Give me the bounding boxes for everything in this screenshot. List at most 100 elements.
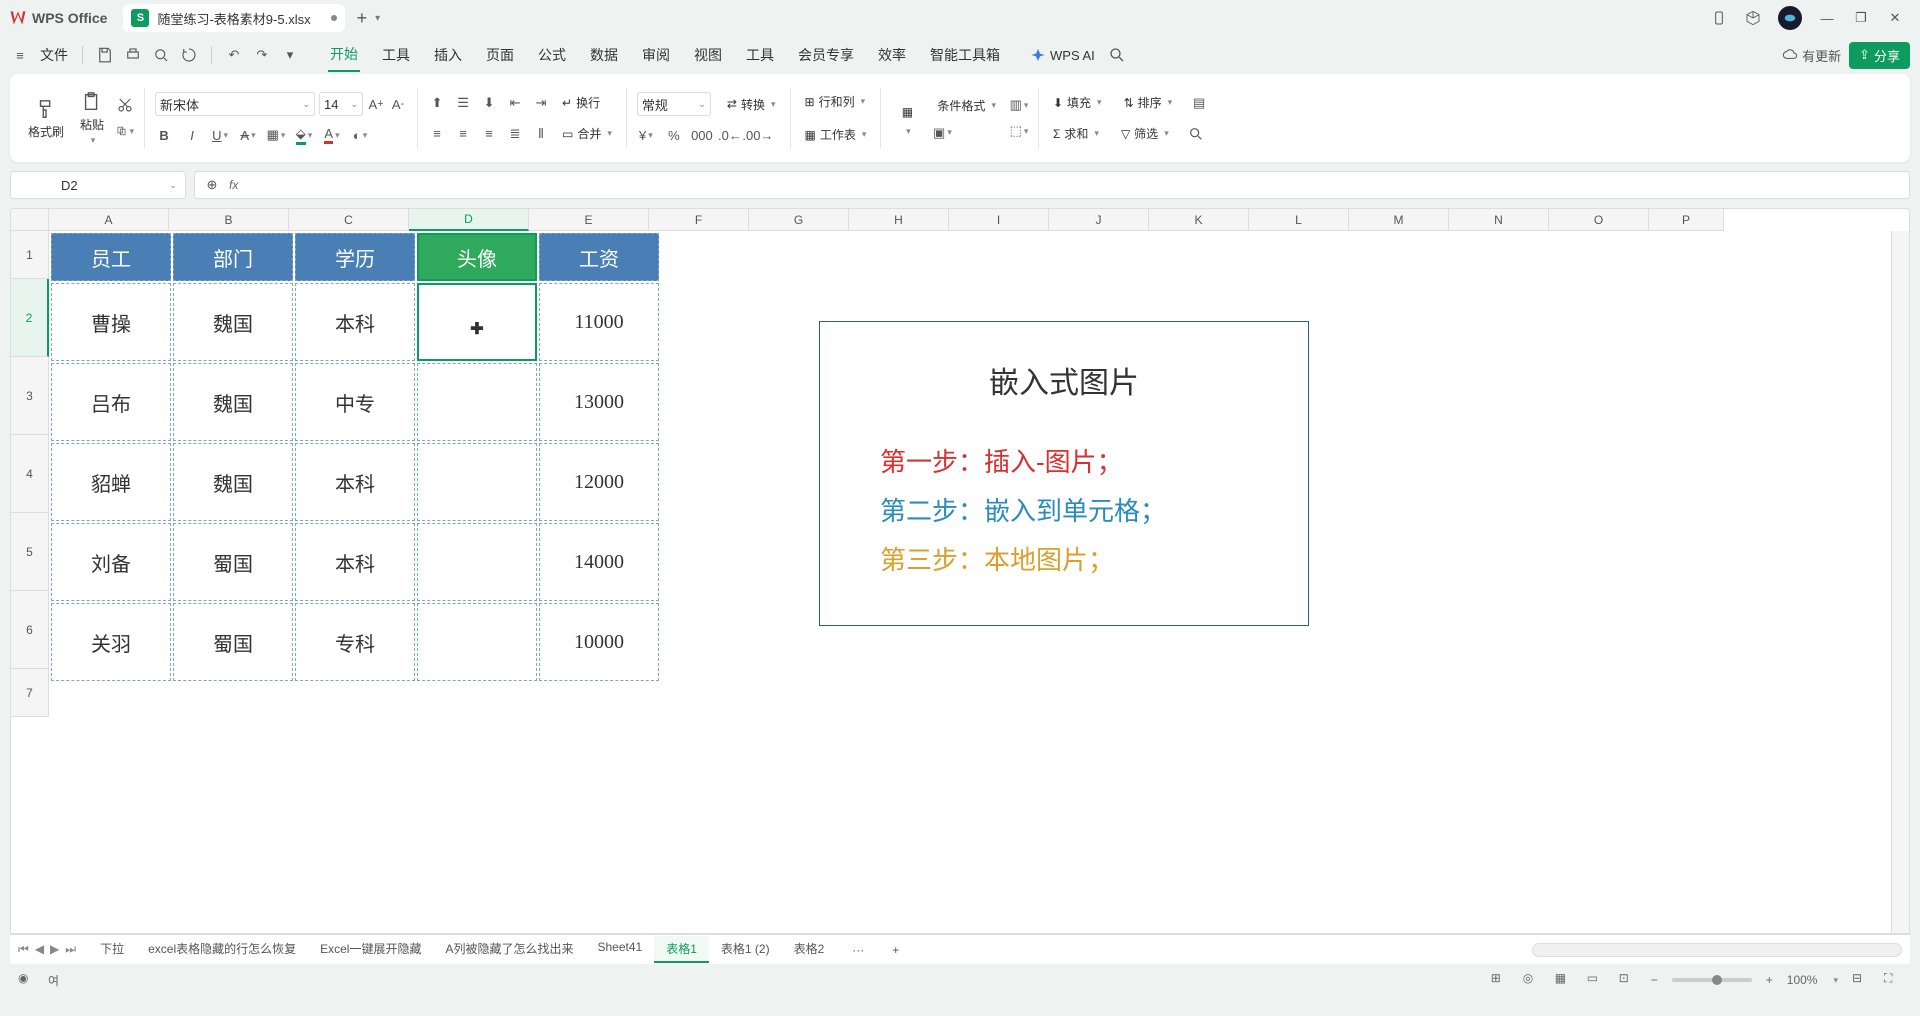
table-header[interactable]: 员工 bbox=[51, 233, 171, 281]
table-cell[interactable]: 专科 bbox=[295, 603, 415, 681]
tab-dropdown-icon[interactable]: ▾ bbox=[375, 13, 380, 24]
close-button[interactable]: ✕ bbox=[1886, 9, 1904, 27]
record-macro-icon[interactable]: ◉ bbox=[18, 971, 36, 989]
sum-button[interactable]: Σ 求和▾ bbox=[1049, 123, 1103, 144]
table-cell[interactable]: 魏国 bbox=[173, 363, 293, 441]
column-header-P[interactable]: P bbox=[1649, 209, 1724, 231]
history-icon[interactable] bbox=[179, 45, 199, 65]
table-cell[interactable]: 13000 bbox=[539, 363, 659, 441]
menu-item-公式[interactable]: 公式 bbox=[536, 39, 568, 71]
italic-icon[interactable]: I bbox=[183, 126, 201, 144]
menu-item-工具[interactable]: 工具 bbox=[744, 39, 776, 71]
table-cell[interactable]: 12000 bbox=[539, 443, 659, 521]
table-cell[interactable] bbox=[417, 523, 537, 601]
table-cell[interactable]: 本科 bbox=[295, 443, 415, 521]
column-header-O[interactable]: O bbox=[1549, 209, 1649, 231]
search-icon[interactable] bbox=[1107, 45, 1127, 65]
align-left-icon[interactable]: ≡ bbox=[428, 125, 446, 143]
view-layout-icon[interactable]: ▭ bbox=[1587, 971, 1605, 989]
print-icon[interactable] bbox=[123, 45, 143, 65]
fullscreen-icon[interactable]: ⛶ bbox=[1884, 971, 1902, 989]
column-header-L[interactable]: L bbox=[1249, 209, 1349, 231]
tab-first-icon[interactable]: ⏮ bbox=[18, 942, 29, 957]
tabs-more[interactable]: ··· bbox=[840, 939, 876, 961]
font-name-select[interactable]: 新宋体⌄ bbox=[155, 92, 315, 116]
paste-button[interactable]: 粘贴▾ bbox=[76, 86, 108, 150]
copy-icon[interactable]: ▾ bbox=[116, 122, 134, 140]
increase-decimal-icon[interactable]: .00→ bbox=[749, 126, 767, 144]
share-button[interactable]: ⇪ 分享 bbox=[1849, 42, 1910, 69]
zoom-level[interactable]: 100% bbox=[1787, 973, 1818, 987]
zoom-formula-icon[interactable]: ⊕ bbox=[203, 176, 221, 194]
column-header-A[interactable]: A bbox=[49, 209, 169, 231]
select-all-corner[interactable] bbox=[11, 209, 49, 231]
user-avatar[interactable] bbox=[1778, 6, 1802, 30]
table-cell[interactable]: ✚ bbox=[417, 283, 537, 361]
merge-button[interactable]: ▭ 合并▾ bbox=[558, 123, 616, 144]
row-header-7[interactable]: 7 bbox=[11, 669, 49, 717]
zoom-slider[interactable] bbox=[1672, 978, 1752, 982]
strikethrough-icon[interactable]: A▾ bbox=[239, 126, 257, 144]
table-cell[interactable]: 魏国 bbox=[173, 283, 293, 361]
align-bottom-icon[interactable]: ⬇ bbox=[480, 94, 498, 112]
table-cell[interactable]: 蜀国 bbox=[173, 523, 293, 601]
number-format-select[interactable]: 常规⌄ bbox=[637, 92, 711, 116]
highlight-icon[interactable]: ◐▾ bbox=[351, 126, 369, 144]
menu-item-会员专享[interactable]: 会员专享 bbox=[796, 39, 856, 71]
decrease-decimal-icon[interactable]: .0← bbox=[721, 126, 739, 144]
column-header-N[interactable]: N bbox=[1449, 209, 1549, 231]
align-center-icon[interactable]: ≡ bbox=[454, 125, 472, 143]
zoom-in-button[interactable]: + bbox=[1766, 973, 1773, 987]
mobile-icon[interactable] bbox=[1710, 9, 1728, 27]
add-sheet-button[interactable]: + bbox=[880, 939, 911, 961]
increase-font-icon[interactable]: A+ bbox=[367, 95, 385, 113]
table-cell[interactable]: 14000 bbox=[539, 523, 659, 601]
justify-icon[interactable]: ≣ bbox=[506, 125, 524, 143]
fill-button[interactable]: ⬇ 填充▾ bbox=[1049, 92, 1106, 113]
table-header[interactable]: 工资 bbox=[539, 233, 659, 281]
freeze-icon[interactable]: ▤ bbox=[1190, 94, 1208, 112]
redo-icon[interactable]: ↷ bbox=[252, 45, 272, 65]
cells-area[interactable]: 员工部门学历头像工资曹操魏国本科✚11000吕布魏国中专13000貂蝉魏国本科1… bbox=[49, 231, 1891, 933]
column-header-G[interactable]: G bbox=[749, 209, 849, 231]
column-header-D[interactable]: D bbox=[409, 209, 529, 231]
table-header[interactable]: 学历 bbox=[295, 233, 415, 281]
focus-icon[interactable]: ◎ bbox=[1523, 971, 1541, 989]
column-header-H[interactable]: H bbox=[849, 209, 949, 231]
percent-icon[interactable]: % bbox=[665, 126, 683, 144]
convert-button[interactable]: ⇄ 转换▾ bbox=[723, 94, 780, 115]
save-icon[interactable] bbox=[95, 45, 115, 65]
table-cell[interactable] bbox=[417, 363, 537, 441]
table-cell[interactable] bbox=[417, 443, 537, 521]
zoom-out-button[interactable]: − bbox=[1651, 973, 1658, 987]
table-cell[interactable]: 本科 bbox=[295, 523, 415, 601]
name-box[interactable]: D2⌄ bbox=[10, 171, 186, 199]
align-middle-icon[interactable]: ☰ bbox=[454, 94, 472, 112]
column-header-M[interactable]: M bbox=[1349, 209, 1449, 231]
menu-item-插入[interactable]: 插入 bbox=[432, 39, 464, 71]
column-header-F[interactable]: F bbox=[649, 209, 749, 231]
column-header-J[interactable]: J bbox=[1049, 209, 1149, 231]
table-cell[interactable]: 曹操 bbox=[51, 283, 171, 361]
horizontal-scrollbar[interactable] bbox=[1532, 943, 1902, 957]
bold-icon[interactable]: B bbox=[155, 126, 173, 144]
format-painter-button[interactable]: 格式刷 bbox=[24, 93, 68, 144]
font-size-select[interactable]: 14⌄ bbox=[319, 92, 363, 116]
column-header-K[interactable]: K bbox=[1149, 209, 1249, 231]
font-color-icon[interactable]: A▾ bbox=[323, 126, 341, 144]
fill-color-icon[interactable]: ⬙▾ bbox=[295, 126, 313, 144]
decrease-indent-icon[interactable]: ⇤ bbox=[506, 94, 524, 112]
row-header-6[interactable]: 6 bbox=[11, 591, 49, 669]
currency-icon[interactable]: ¥▾ bbox=[637, 126, 655, 144]
menu-item-审阅[interactable]: 审阅 bbox=[640, 39, 672, 71]
column-header-B[interactable]: B bbox=[169, 209, 289, 231]
row-header-5[interactable]: 5 bbox=[11, 513, 49, 591]
maximize-button[interactable]: ❐ bbox=[1852, 9, 1870, 27]
border-icon[interactable]: ▦▾ bbox=[267, 126, 285, 144]
sheet-tab[interactable]: Sheet41 bbox=[586, 936, 655, 963]
align-top-icon[interactable]: ⬆ bbox=[428, 94, 446, 112]
table-cell[interactable]: 吕布 bbox=[51, 363, 171, 441]
zoom-dropdown-icon[interactable]: ▾ bbox=[1833, 975, 1838, 986]
menu-item-数据[interactable]: 数据 bbox=[588, 39, 620, 71]
tab-last-icon[interactable]: ⏭ bbox=[65, 942, 76, 957]
